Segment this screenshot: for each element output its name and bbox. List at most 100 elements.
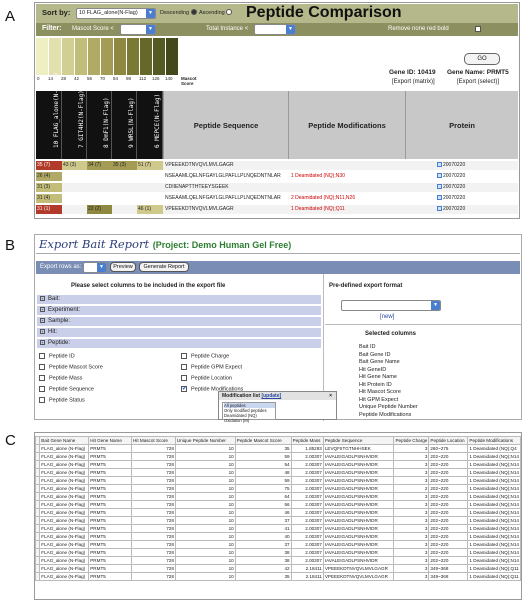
bait-column-header[interactable]: 9 WR5L(N-Flag) xyxy=(112,91,137,159)
peptide-sequence: NSEAAMLQELNFGAYLGLPAFLLPLNQEDNTNLAR xyxy=(165,173,281,179)
section-bait[interactable]: + Bait: xyxy=(37,295,321,304)
new-format-link[interactable]: [new] xyxy=(380,314,394,320)
protein-icon[interactable] xyxy=(437,206,442,212)
bait-score-cell[interactable]: 26 (4) xyxy=(36,172,62,181)
option-right[interactable]: Peptide Charge xyxy=(181,353,229,359)
export-matrix-link[interactable]: [Export (matrix)] xyxy=(392,79,435,85)
protein-icon[interactable] xyxy=(437,195,442,201)
bait-column-header[interactable]: 10 FLAG_alone(N-Flag) xyxy=(36,72,62,159)
bait-column-header[interactable]: 8 DmF1(N-Flag) xyxy=(87,91,112,159)
bait-score-cell[interactable] xyxy=(62,172,87,181)
table-cell: 1 Deamidated (NQ);N14 xyxy=(467,460,521,469)
table-cell: 2.18411 xyxy=(290,564,324,573)
go-button[interactable]: GO xyxy=(464,53,500,65)
protein-icon[interactable] xyxy=(437,162,442,168)
remove-none-red-checkbox[interactable] xyxy=(475,26,481,32)
table-cell: 2.00307 xyxy=(290,484,324,493)
bait-score-cell[interactable]: 31 (3) xyxy=(36,183,62,192)
close-icon[interactable]: × xyxy=(329,392,332,400)
bait-score-cell[interactable] xyxy=(87,172,112,181)
checkbox[interactable] xyxy=(181,353,187,359)
total-instance-select[interactable]: ▼ xyxy=(254,24,296,35)
sort-select[interactable]: 10 FLAG_alone(N-Flag) ▼ xyxy=(76,8,156,19)
bait-score-cell[interactable]: 22 (2) xyxy=(87,205,112,214)
ascending-radio[interactable] xyxy=(226,9,232,15)
table-cell: IAVALEIGADLPSNHVIDR xyxy=(322,556,395,565)
table-cell: PRMT5 xyxy=(88,476,132,485)
bait-score-cell[interactable] xyxy=(87,183,112,192)
table-cell: FLAG_alone (N-Flag) xyxy=(39,468,90,477)
bait-score-cell[interactable] xyxy=(62,205,87,214)
generate-report-button[interactable]: Generate Report xyxy=(139,262,189,272)
option-left[interactable]: Peptide Mascot Score xyxy=(39,364,103,370)
checkbox[interactable] xyxy=(181,364,187,370)
bait-score-cell[interactable] xyxy=(137,194,163,203)
table-cell: LEVQFIITGTNHHSEK xyxy=(322,444,395,453)
bait-score-cell[interactable]: 46 (1) xyxy=(137,205,163,214)
selected-column-item: Hit Gene Name xyxy=(359,374,397,380)
checkbox[interactable] xyxy=(39,353,45,359)
update-link[interactable]: [update] xyxy=(261,393,281,399)
protein-cell[interactable]: 20070220 xyxy=(436,205,496,214)
table-cell: 2.00307 xyxy=(290,548,324,557)
expand-icon: + xyxy=(40,340,45,345)
bait-score-cell[interactable]: 31 (4) xyxy=(36,194,62,203)
option-left[interactable]: Peptide Mass xyxy=(39,375,82,381)
option-right[interactable]: Peptide Location xyxy=(181,375,232,381)
bait-score-cell[interactable] xyxy=(112,205,137,214)
preview-button[interactable]: Preview xyxy=(110,262,136,272)
bait-column-label: 7 GIT4H2(N-Flag) xyxy=(78,90,85,148)
table-row: FLAG_alone (N-Flag) PRMT5 728 10 38 2.00307 IA… xyxy=(35,556,521,565)
protein-cell[interactable]: 20070220 xyxy=(436,172,496,181)
bait-score-cell[interactable] xyxy=(137,183,163,192)
bait-score-cell[interactable] xyxy=(112,183,137,192)
bait-score-cell[interactable]: 35 (3) xyxy=(112,161,137,170)
checkbox[interactable] xyxy=(39,386,45,392)
checkbox[interactable]: ✔ xyxy=(181,386,187,392)
table-cell: 38 xyxy=(234,548,292,557)
bait-score-cell[interactable] xyxy=(112,172,137,181)
checkbox[interactable] xyxy=(39,397,45,403)
bait-score-cell[interactable] xyxy=(137,172,163,181)
modification-listbox[interactable]: All peptides Only modified peptides Deamid… xyxy=(222,402,276,423)
predefined-format-select[interactable]: ▼ xyxy=(341,300,441,311)
bait-score-cell[interactable]: 34 (7) xyxy=(87,161,112,170)
bait-score-cell[interactable]: 51 (7) xyxy=(137,161,163,170)
bait-score-cell[interactable]: 31 (1) xyxy=(36,205,62,214)
bait-score-cell[interactable]: 35 (7) xyxy=(36,161,62,170)
checkbox[interactable] xyxy=(39,364,45,370)
descending-radio[interactable] xyxy=(191,9,197,15)
protein-icon[interactable] xyxy=(437,173,442,179)
section-experiment[interactable]: + Experiment: xyxy=(37,306,321,315)
bait-score-cell[interactable] xyxy=(87,194,112,203)
protein-icon[interactable] xyxy=(437,184,442,190)
column-header: Peptide Location xyxy=(428,436,469,445)
option-left[interactable]: Peptide Status xyxy=(39,397,85,403)
checkbox[interactable] xyxy=(39,375,45,381)
selected-column-item: Hit GPM Expect xyxy=(359,396,399,403)
protein-cell[interactable]: 20070220 xyxy=(436,194,496,203)
modification-option[interactable]: Oxidation (M) xyxy=(224,418,275,423)
bait-column-header[interactable]: 7 GIT4H2(N-Flag) xyxy=(62,90,87,159)
section-hit[interactable]: + Hit: xyxy=(37,328,321,337)
table-cell: 3 xyxy=(393,564,430,573)
checkbox[interactable] xyxy=(181,375,187,381)
option-right[interactable]: Peptide GPM Expect xyxy=(181,364,242,370)
modification-list-title: Modification list xyxy=(222,393,261,399)
bait-score-cell[interactable] xyxy=(112,194,137,203)
protein-cell[interactable]: 20070220 xyxy=(436,161,496,170)
table-cell: 10 xyxy=(174,508,236,517)
section-sample[interactable]: + Sample: xyxy=(37,317,321,326)
option-left[interactable]: Peptide ID xyxy=(39,353,75,359)
protein-cell[interactable]: 20070220 xyxy=(436,183,496,192)
bait-column-header[interactable]: 6 MEPCE(N-Flag) xyxy=(137,91,163,159)
bait-score-cell[interactable]: 43 (3) xyxy=(62,161,87,170)
expand-icon: + xyxy=(40,318,45,323)
format-select[interactable]: CSV ▼ xyxy=(83,262,107,273)
option-left[interactable]: Peptide Sequence xyxy=(39,386,94,392)
bait-score-cell[interactable] xyxy=(62,183,87,192)
section-peptide[interactable]: + Peptide: xyxy=(37,339,321,348)
bait-score-cell[interactable] xyxy=(62,194,87,203)
export-select-link[interactable]: [Export (select)] xyxy=(457,79,499,85)
mascot-score-select[interactable]: ▼ xyxy=(120,24,156,35)
